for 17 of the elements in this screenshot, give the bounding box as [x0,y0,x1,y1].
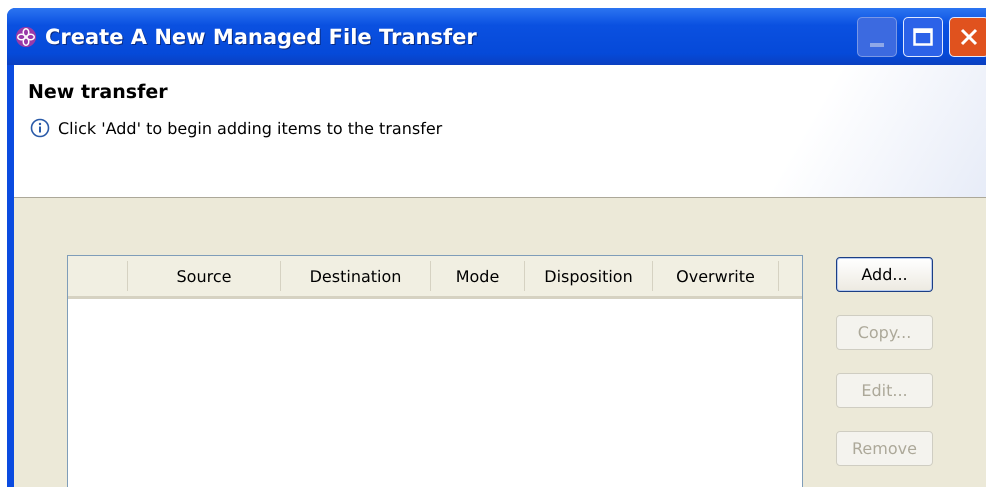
minimize-button[interactable] [857,16,897,56]
page-title: New transfer [28,81,169,103]
maximize-icon [913,28,933,46]
column-header[interactable]: Mode [431,261,525,291]
close-button[interactable] [949,16,986,56]
close-icon [960,28,978,46]
info-icon [30,118,50,138]
minimize-icon [870,42,884,46]
column-header[interactable]: Overwrite [653,261,779,291]
action-button[interactable]: Add... [836,257,933,292]
column-header[interactable]: Source [128,261,281,291]
info-message: Click 'Add' to begin adding items to the transfer [58,118,442,138]
maximize-button[interactable] [903,16,943,56]
flower-icon [15,26,37,48]
column-header[interactable]: Destination [281,261,431,291]
column-header[interactable]: Disposition [525,261,653,291]
window-title: Create A New Managed File Transfer [45,24,477,48]
